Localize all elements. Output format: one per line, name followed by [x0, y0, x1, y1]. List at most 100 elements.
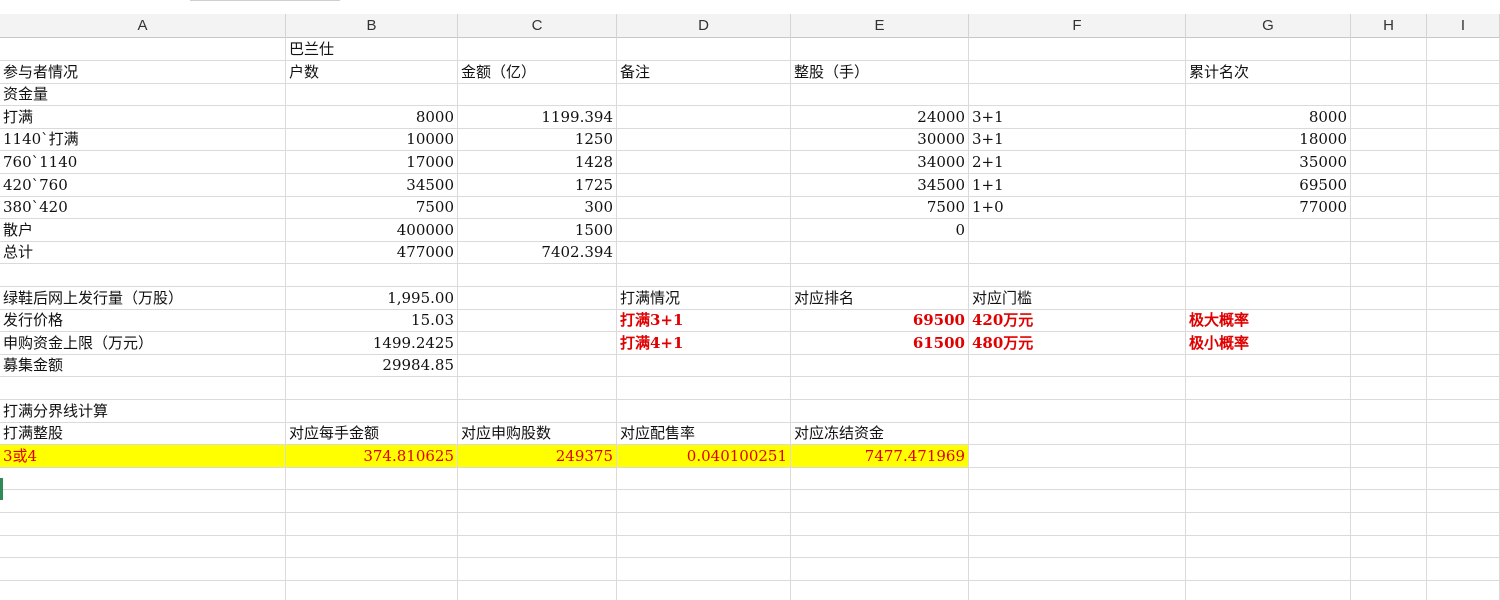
cell-c23[interactable] [458, 512, 617, 535]
cell-g4[interactable] [1186, 83, 1351, 106]
cell-b4[interactable] [286, 83, 458, 106]
cell-d23[interactable] [617, 512, 791, 535]
cell-b5[interactable]: 8000 [286, 105, 458, 128]
cell-d10[interactable] [617, 218, 791, 241]
cell-i7[interactable] [1427, 151, 1500, 173]
cell-f15[interactable]: 480万元 [969, 331, 1186, 354]
cell-b26[interactable] [286, 580, 458, 600]
cell-c5[interactable]: 1199.394 [458, 105, 617, 128]
cell-f10[interactable] [969, 218, 1186, 241]
cell-d2[interactable] [617, 38, 791, 60]
cell-b16[interactable]: 29984.85 [286, 354, 458, 377]
cell-d19[interactable]: 对应配售率 [617, 422, 791, 445]
cell-g7[interactable]: 35000 [1186, 151, 1351, 173]
cell-c25[interactable] [458, 557, 617, 580]
cell-h3[interactable] [1351, 60, 1427, 83]
cell-e21[interactable] [791, 467, 969, 490]
cell-f23[interactable] [969, 512, 1186, 535]
cell-e14[interactable]: 69500 [791, 309, 969, 332]
cell-b12[interactable] [286, 264, 458, 286]
cell-e16[interactable] [791, 354, 969, 377]
cell-f12[interactable] [969, 264, 1186, 286]
cell-b2[interactable]: 巴兰仕 [286, 38, 458, 60]
cell-f9[interactable]: 1+0 [969, 196, 1186, 219]
cell-h20[interactable] [1351, 444, 1427, 467]
cell-d22[interactable] [617, 490, 791, 512]
cell-h9[interactable] [1351, 196, 1427, 219]
cell-f5[interactable]: 3+1 [969, 105, 1186, 128]
cell-d16[interactable] [617, 354, 791, 377]
cell-b13[interactable]: 1,995.00 [286, 286, 458, 309]
cell-d26[interactable] [617, 580, 791, 600]
cell-g2[interactable] [1186, 38, 1351, 60]
cell-h14[interactable] [1351, 309, 1427, 332]
cell-c24[interactable] [458, 535, 617, 558]
cell-b25[interactable] [286, 557, 458, 580]
cell-g19[interactable] [1186, 422, 1351, 445]
cell-g26[interactable] [1186, 580, 1351, 600]
column-header-d[interactable]: D [617, 14, 791, 38]
cell-i5[interactable] [1427, 105, 1500, 128]
cell-a15[interactable]: 申购资金上限（万元） [0, 331, 286, 354]
column-header-b[interactable]: B [286, 14, 458, 38]
cell-a3[interactable]: 参与者情况 [0, 60, 286, 83]
cell-i22[interactable] [1427, 490, 1500, 512]
cell-a23[interactable] [0, 512, 286, 535]
cell-e20[interactable]: 7477.471969 [791, 444, 969, 467]
cell-g11[interactable] [1186, 241, 1351, 264]
cell-d7[interactable] [617, 151, 791, 173]
cell-i4[interactable] [1427, 83, 1500, 106]
cell-c10[interactable]: 1500 [458, 218, 617, 241]
cell-e22[interactable] [791, 490, 969, 512]
cell-i2[interactable] [1427, 38, 1500, 60]
cell-f6[interactable]: 3+1 [969, 128, 1186, 151]
cell-a17[interactable] [0, 377, 286, 399]
column-header-e[interactable]: E [791, 14, 969, 38]
cell-h5[interactable] [1351, 105, 1427, 128]
cell-i23[interactable] [1427, 512, 1500, 535]
cell-g20[interactable] [1186, 444, 1351, 467]
cell-g12[interactable] [1186, 264, 1351, 286]
cell-h22[interactable] [1351, 490, 1427, 512]
cell-d14[interactable]: 打满3+1 [617, 309, 791, 332]
cell-h17[interactable] [1351, 377, 1427, 399]
cell-a2[interactable] [0, 38, 286, 60]
cell-c9[interactable]: 300 [458, 196, 617, 219]
cell-d24[interactable] [617, 535, 791, 558]
cell-d3[interactable]: 备注 [617, 60, 791, 83]
cell-g6[interactable]: 18000 [1186, 128, 1351, 151]
cell-h12[interactable] [1351, 264, 1427, 286]
cell-h11[interactable] [1351, 241, 1427, 264]
cell-g9[interactable]: 77000 [1186, 196, 1351, 219]
cell-f19[interactable] [969, 422, 1186, 445]
cell-b6[interactable]: 10000 [286, 128, 458, 151]
cell-b20[interactable]: 374.810625 [286, 444, 458, 467]
cell-a6[interactable]: 1140`打满 [0, 128, 286, 151]
cell-c22[interactable] [458, 490, 617, 512]
cell-a9[interactable]: 380`420 [0, 196, 286, 219]
cell-e23[interactable] [791, 512, 969, 535]
cell-f24[interactable] [969, 535, 1186, 558]
cell-b19[interactable]: 对应每手金额 [286, 422, 458, 445]
cell-i21[interactable] [1427, 467, 1500, 490]
cell-c8[interactable]: 1725 [458, 173, 617, 196]
cell-f20[interactable] [969, 444, 1186, 467]
spreadsheet[interactable]: A B C D E F G H I 巴兰仕 参与者情况 户数 金额（亿） 备注 整股（手）… [0, 0, 1500, 600]
cell-f18[interactable] [969, 399, 1186, 422]
cell-d8[interactable] [617, 173, 791, 196]
cell-f17[interactable] [969, 377, 1186, 399]
cell-f3[interactable] [969, 60, 1186, 83]
cell-c18[interactable] [458, 399, 617, 422]
cell-a26[interactable] [0, 580, 286, 600]
cell-d4[interactable] [617, 83, 791, 106]
cell-a21[interactable] [0, 467, 286, 490]
cell-d15[interactable]: 打满4+1 [617, 331, 791, 354]
cell-e12[interactable] [791, 264, 969, 286]
cell-b14[interactable]: 15.03 [286, 309, 458, 332]
cell-g17[interactable] [1186, 377, 1351, 399]
cell-d18[interactable] [617, 399, 791, 422]
cell-g21[interactable] [1186, 467, 1351, 490]
cell-a20[interactable]: 3或4 [0, 444, 286, 467]
cell-g8[interactable]: 69500 [1186, 173, 1351, 196]
cell-d9[interactable] [617, 196, 791, 219]
